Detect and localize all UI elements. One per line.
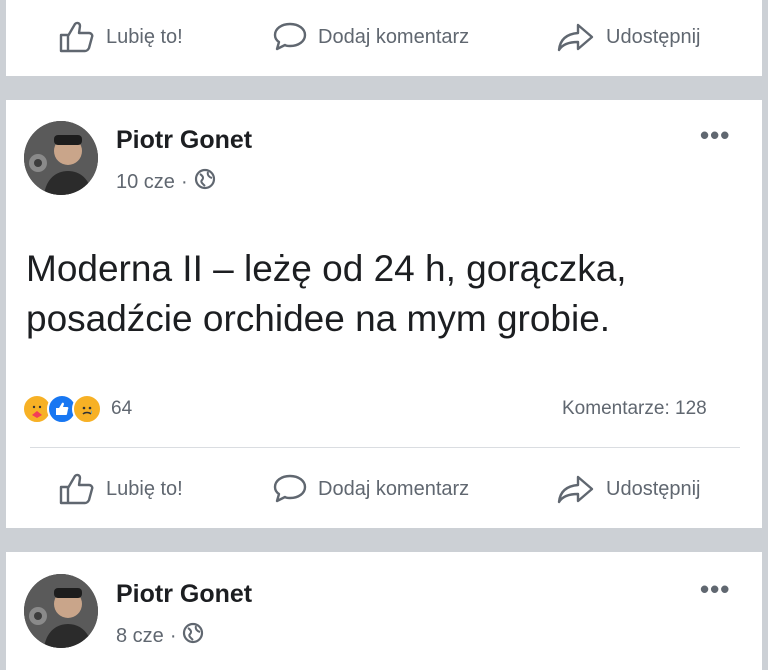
- post-card: Piotr Gonet 10 cze · ••• Moderna II – le…: [6, 100, 762, 528]
- comments-count-link[interactable]: Komentarze: 128: [562, 398, 707, 420]
- post-time[interactable]: 10 cze: [116, 171, 175, 194]
- like-button[interactable]: Lubię to!: [58, 20, 183, 54]
- share-button[interactable]: Udostępnij: [556, 473, 701, 505]
- share-arrow-icon: [556, 21, 596, 53]
- action-bar: Lubię to! Dodaj komentarz Udostępnij: [6, 12, 762, 62]
- globe-icon: [194, 168, 216, 196]
- share-label: Udostępnij: [606, 25, 701, 48]
- share-arrow-icon: [556, 473, 596, 505]
- avatar[interactable]: [24, 574, 98, 648]
- sad-reaction-icon: [72, 394, 102, 424]
- post-meta: 8 cze ·: [116, 622, 204, 650]
- author-name[interactable]: Piotr Gonet: [116, 126, 252, 155]
- action-bar: Lubię to! Dodaj komentarz Udostępnij: [6, 464, 762, 514]
- avatar[interactable]: [24, 121, 98, 195]
- meta-separator: ·: [169, 624, 177, 647]
- previous-post-card: Lubię to! Dodaj komentarz Udostępnij: [6, 0, 762, 76]
- speech-bubble-icon: [272, 21, 308, 53]
- post-time[interactable]: 8 cze: [116, 625, 164, 648]
- comment-button[interactable]: Dodaj komentarz: [272, 473, 469, 505]
- post-meta: 10 cze ·: [116, 168, 216, 196]
- globe-icon: [182, 622, 204, 650]
- like-label: Lubię to!: [106, 25, 183, 48]
- divider: [30, 447, 740, 448]
- comment-label: Dodaj komentarz: [318, 477, 470, 500]
- author-name[interactable]: Piotr Gonet: [116, 580, 252, 609]
- share-button[interactable]: Udostępnij: [556, 21, 701, 53]
- more-dots-icon[interactable]: •••: [700, 122, 730, 148]
- meta-separator: ·: [180, 170, 188, 193]
- thumbs-up-icon: [58, 20, 96, 54]
- next-post-card: Piotr Gonet 8 cze · •••: [6, 552, 762, 670]
- post-body: Moderna II – leżę od 24 h, gorączka, pos…: [26, 244, 627, 344]
- reaction-count: 64: [111, 398, 133, 419]
- share-label: Udostępnij: [606, 477, 701, 500]
- like-label: Lubię to!: [106, 477, 183, 500]
- thumbs-up-icon: [58, 472, 96, 506]
- like-button[interactable]: Lubię to!: [58, 472, 183, 506]
- speech-bubble-icon: [272, 473, 308, 505]
- reaction-summary[interactable]: 64: [22, 394, 132, 424]
- post-text-line-2: posadźcie orchidee na mym grobie.: [26, 298, 611, 339]
- comment-label: Dodaj komentarz: [318, 25, 470, 48]
- more-dots-icon[interactable]: •••: [700, 576, 730, 602]
- comment-button[interactable]: Dodaj komentarz: [272, 21, 469, 53]
- post-text-line-1: Moderna II – leżę od 24 h, gorączka,: [26, 248, 627, 289]
